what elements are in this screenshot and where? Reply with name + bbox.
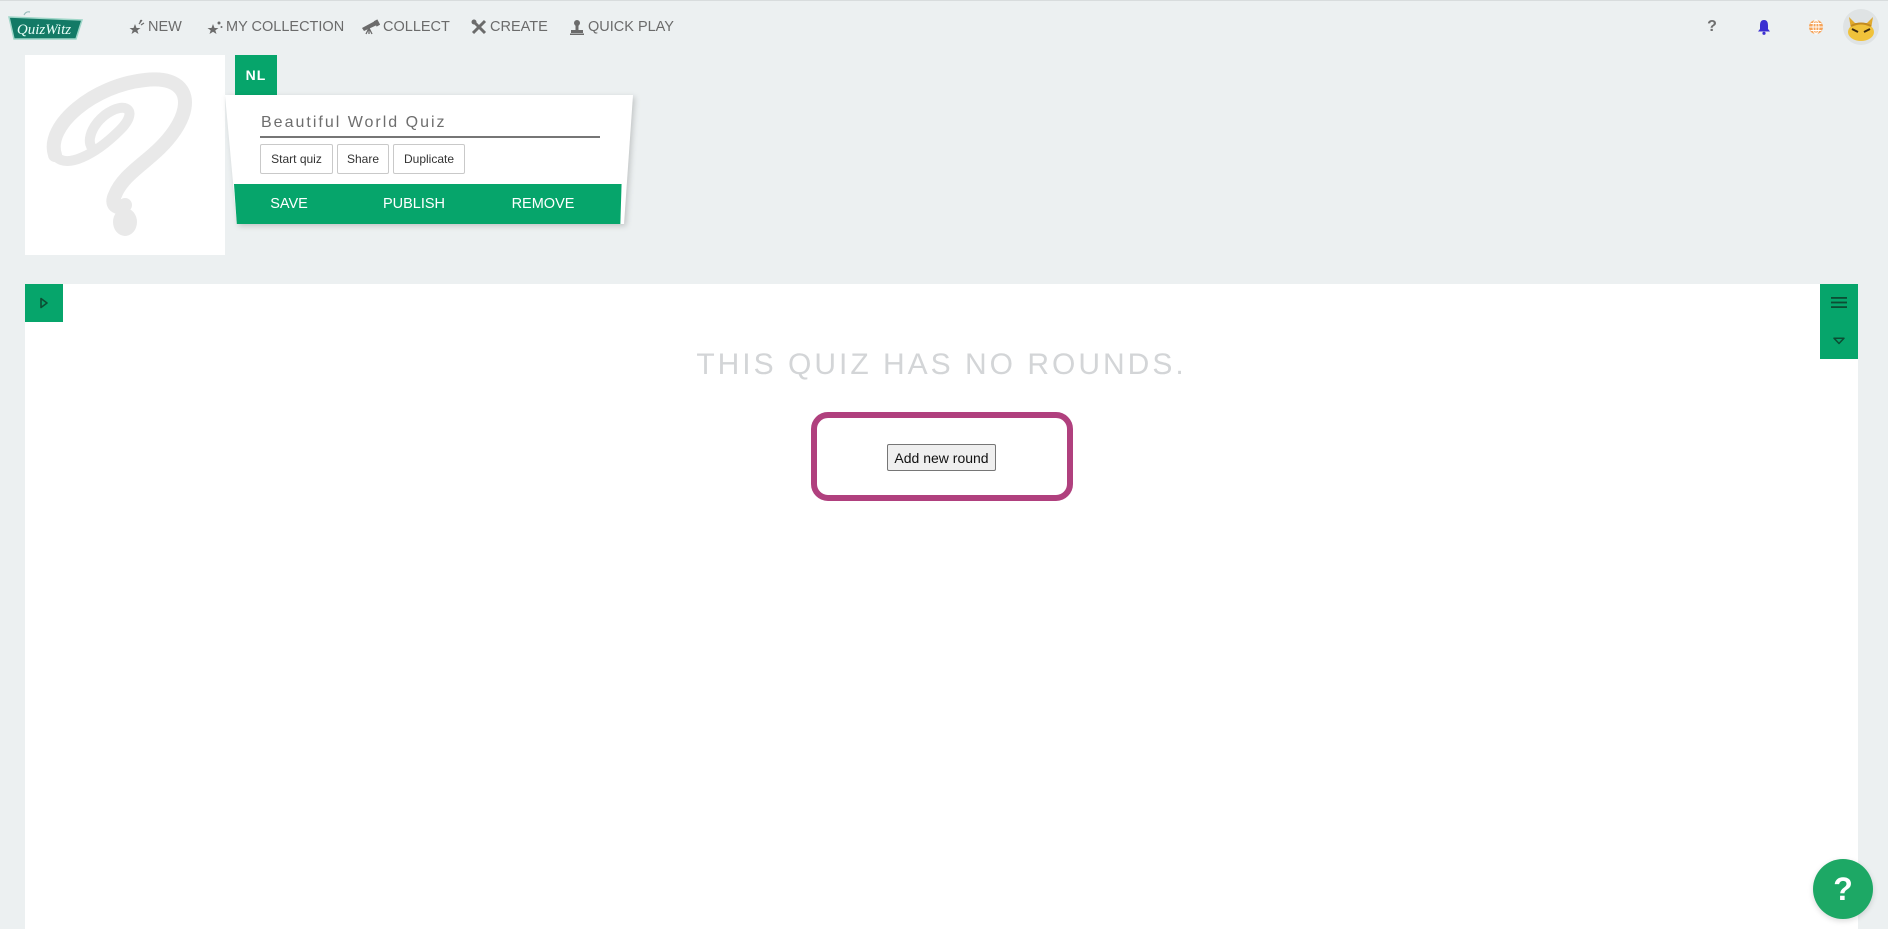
nav-create-label: CREATE xyxy=(490,19,548,35)
share-button[interactable]: Share xyxy=(337,144,389,174)
duplicate-button[interactable]: Duplicate xyxy=(393,144,465,174)
save-button[interactable]: SAVE xyxy=(237,184,341,224)
top-navigation: QuizWitz NEW MY COLLECTION COLLECT CREAT… xyxy=(0,1,1888,53)
avatar[interactable] xyxy=(1843,9,1879,45)
language-tag[interactable]: NL xyxy=(235,55,277,95)
collection-star-icon xyxy=(207,19,223,35)
tools-icon xyxy=(471,19,487,35)
hamburger-icon xyxy=(1831,297,1847,308)
rounds-panel: THIS QUIZ HAS NO ROUNDS. Add new round xyxy=(25,284,1858,929)
help-fab-button[interactable]: ? xyxy=(1813,859,1873,919)
nav-collect[interactable]: COLLECT xyxy=(361,15,450,39)
play-triangle-icon xyxy=(40,297,48,309)
bell-icon[interactable] xyxy=(1752,15,1776,39)
stamp-icon xyxy=(569,19,585,35)
quiz-info-card: Start quiz Share Duplicate SAVE PUBLISH … xyxy=(225,95,635,226)
nav-create[interactable]: CREATE xyxy=(471,15,548,39)
publish-button[interactable]: PUBLISH xyxy=(354,184,474,224)
menu-button[interactable] xyxy=(1820,284,1858,321)
quiz-cover-image[interactable] xyxy=(25,55,225,255)
logo-text: QuizWitz xyxy=(17,22,71,38)
quiz-title-input[interactable] xyxy=(260,109,600,138)
nav-collect-label: COLLECT xyxy=(383,19,450,35)
telescope-icon xyxy=(361,19,380,35)
help-icon[interactable]: ? xyxy=(1700,15,1724,39)
quizwitz-logo[interactable]: QuizWitz xyxy=(6,11,84,41)
nav-my-collection-label: MY COLLECTION xyxy=(226,19,345,35)
expand-sidebar-button[interactable] xyxy=(25,284,63,322)
triangle-down-icon xyxy=(1833,336,1845,344)
nav-new-label: NEW xyxy=(148,19,182,35)
help-fab-icon: ? xyxy=(1833,870,1853,907)
empty-rounds-message: THIS QUIZ HAS NO ROUNDS. xyxy=(696,348,1187,381)
globe-icon[interactable] xyxy=(1804,15,1828,39)
question-mark-placeholder-icon xyxy=(46,72,192,236)
remove-button[interactable]: REMOVE xyxy=(483,184,603,224)
nav-quick-play[interactable]: QUICK PLAY xyxy=(569,15,674,39)
nav-quick-play-label: QUICK PLAY xyxy=(588,19,674,35)
nav-my-collection[interactable]: MY COLLECTION xyxy=(207,15,344,39)
new-star-icon xyxy=(129,19,145,35)
add-new-round-button[interactable]: Add new round xyxy=(887,444,996,471)
nav-new[interactable]: NEW xyxy=(129,15,182,39)
start-quiz-button[interactable]: Start quiz xyxy=(260,144,333,174)
